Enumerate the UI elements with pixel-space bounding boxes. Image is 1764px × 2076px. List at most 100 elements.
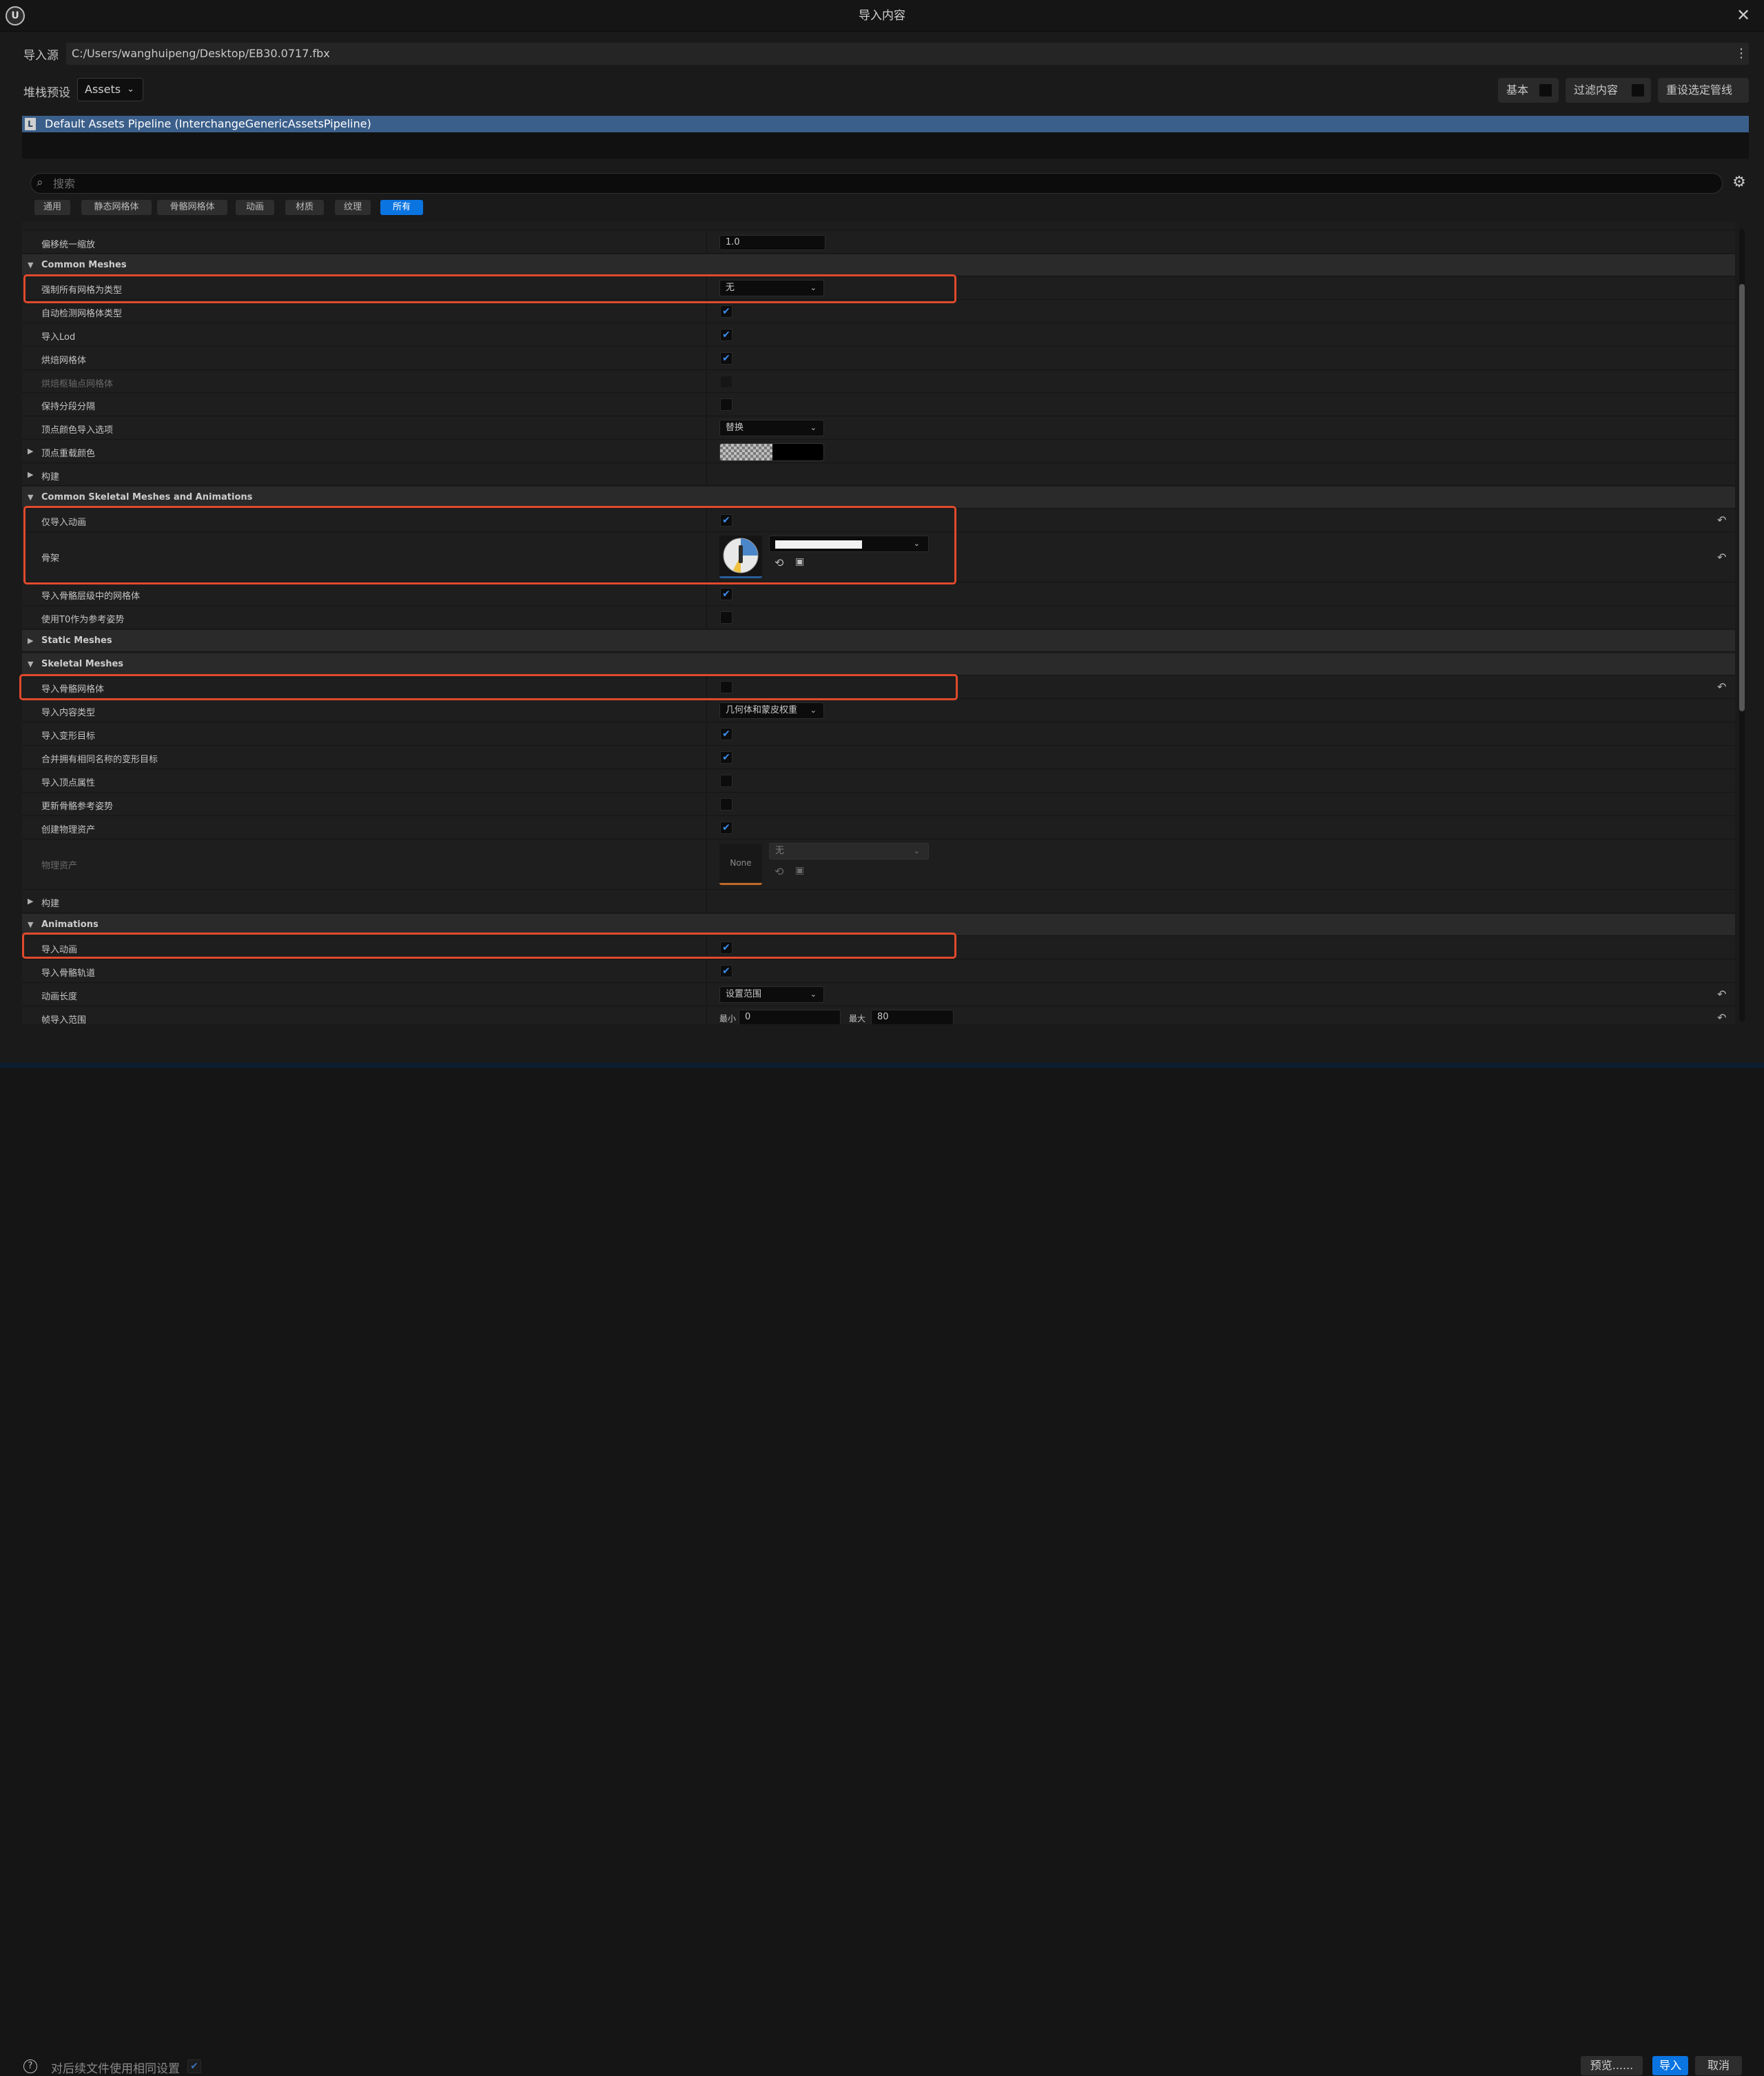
chevron-down-icon: ⌄ bbox=[810, 283, 817, 292]
filter-tab-all[interactable]: 所有 bbox=[380, 200, 423, 215]
property-row: 导入骨骼层级中的网格体 ✔ bbox=[22, 583, 1735, 606]
filter-tab-animation[interactable]: 动画 bbox=[236, 200, 274, 215]
expand-triangle-icon[interactable]: ▼ bbox=[28, 493, 33, 502]
import-vertex-attributes-checkbox[interactable] bbox=[720, 775, 732, 787]
chevron-down-icon: ⌄ bbox=[810, 706, 817, 715]
dropdown-value: 设置范围 bbox=[726, 989, 762, 999]
property-row: 导入变形目标 ✔ bbox=[22, 723, 1735, 746]
range-max-label: 最大 bbox=[849, 1014, 866, 1024]
property-label: 保持分段分隔 bbox=[41, 402, 96, 412]
category-skeletal-meshes[interactable]: ▼ Skeletal Meshes bbox=[22, 653, 1735, 675]
search-input[interactable] bbox=[53, 176, 1707, 191]
filter-tab-static-mesh[interactable]: 静态网格体 bbox=[81, 200, 152, 215]
collapsed-triangle-icon[interactable]: ▶ bbox=[28, 897, 33, 906]
expand-triangle-icon[interactable]: ▼ bbox=[28, 660, 33, 669]
property-row: 导入骨骼网格体 ↶ bbox=[22, 676, 1735, 699]
offset-uniform-scale-input[interactable]: 1.0 bbox=[719, 235, 825, 250]
browse-folder-icon[interactable]: ▣ bbox=[795, 556, 804, 567]
property-label: 烘焙网格体 bbox=[41, 356, 87, 366]
filter-content-checkbox[interactable] bbox=[1632, 84, 1644, 96]
merge-morph-targets-checkbox[interactable]: ✔ bbox=[720, 751, 732, 764]
skeleton-asset-dropdown[interactable]: ⌄ bbox=[769, 536, 929, 552]
category-label: Static Meshes bbox=[41, 635, 112, 646]
settings-gear-icon[interactable]: ⚙ bbox=[1730, 172, 1749, 193]
import-only-animations-checkbox[interactable]: ✔ bbox=[720, 514, 732, 527]
stack-preset-dropdown[interactable]: Assets ⌄ bbox=[77, 78, 143, 101]
use-same-settings-checkbox[interactable]: ✔ bbox=[187, 2059, 201, 2073]
window-title: 导入内容 bbox=[859, 9, 905, 23]
filter-tab-general[interactable]: 通用 bbox=[34, 200, 70, 215]
reset-to-default-icon[interactable]: ↶ bbox=[1717, 680, 1726, 693]
vertex-color-option-dropdown[interactable]: 替换 ⌄ bbox=[719, 420, 824, 436]
property-row: 更新骨骼参考姿势 bbox=[22, 793, 1735, 816]
basic-toggle-button[interactable]: 基本 bbox=[1498, 78, 1559, 103]
property-row: 创建物理资产 ✔ bbox=[22, 817, 1735, 839]
browse-folder-icon: ▣ bbox=[795, 865, 805, 876]
import-content-type-dropdown[interactable]: 几何体和蒙皮权重 ⌄ bbox=[719, 702, 824, 719]
help-icon[interactable]: ? bbox=[23, 2059, 37, 2073]
reset-to-default-icon[interactable]: ↶ bbox=[1717, 988, 1726, 1001]
import-animations-checkbox[interactable]: ✔ bbox=[720, 942, 732, 954]
reset-to-default-icon[interactable]: ↶ bbox=[1717, 551, 1726, 564]
property-row: 帧导入范围 最小 0 最大 80 ↶ bbox=[22, 1007, 1735, 1024]
animation-length-dropdown[interactable]: 设置范围 ⌄ bbox=[719, 986, 824, 1003]
category-label: Common Skeletal Meshes and Animations bbox=[41, 492, 253, 502]
category-common-meshes[interactable]: ▼ Common Meshes bbox=[22, 254, 1735, 276]
category-common-skeletal[interactable]: ▼ Common Skeletal Meshes and Animations bbox=[22, 487, 1735, 509]
search-box[interactable]: ⌕ bbox=[30, 173, 1723, 194]
import-dialog: U 导入内容 ✕ 导入源 C:/Users/wanghuipeng/Deskto… bbox=[0, 0, 1764, 2076]
kebab-menu-icon[interactable]: ⋮ bbox=[1734, 43, 1749, 65]
property-row: 导入动画 ✔ bbox=[22, 937, 1735, 959]
collapsed-triangle-icon[interactable]: ▶ bbox=[28, 636, 33, 645]
category-static-meshes[interactable]: ▶ Static Meshes bbox=[22, 630, 1735, 652]
use-t0-ref-pose-checkbox[interactable] bbox=[720, 611, 732, 624]
pipeline-header[interactable]: L Default Assets Pipeline (InterchangeGe… bbox=[22, 116, 1749, 132]
property-label: 导入骨骼轨道 bbox=[41, 968, 96, 979]
filter-content-toggle-button[interactable]: 过滤内容 bbox=[1566, 78, 1651, 103]
collapsed-triangle-icon[interactable]: ▶ bbox=[28, 447, 33, 456]
dropdown-value: 替换 bbox=[726, 423, 744, 433]
reset-to-default-icon[interactable]: ↶ bbox=[1717, 513, 1726, 527]
force-mesh-type-dropdown[interactable]: 无 ⌄ bbox=[719, 280, 824, 296]
range-min-input[interactable]: 0 bbox=[739, 1010, 841, 1024]
filter-tab-material[interactable]: 材质 bbox=[285, 200, 324, 215]
reset-to-default-icon[interactable]: ↶ bbox=[1717, 1011, 1726, 1024]
property-label: 导入Lod bbox=[41, 332, 76, 343]
range-max-input[interactable]: 80 bbox=[871, 1010, 954, 1024]
use-selected-asset-icon[interactable]: ⟲ bbox=[775, 556, 783, 569]
import-source-path[interactable]: C:/Users/wanghuipeng/Desktop/EB30.0717.f… bbox=[66, 43, 1749, 65]
keep-sections-separate-checkbox[interactable] bbox=[720, 398, 732, 411]
preview-button[interactable]: 预览...... bbox=[1581, 2056, 1643, 2075]
filter-tab-skeletal-mesh[interactable]: 骨骼网格体 bbox=[157, 200, 227, 215]
create-physics-asset-checkbox[interactable]: ✔ bbox=[720, 822, 732, 834]
color-swatch[interactable] bbox=[719, 443, 824, 461]
property-row: 骨架 ⌄ ⟲ ▣ ↶ bbox=[22, 533, 1735, 582]
import-lods-checkbox[interactable]: ✔ bbox=[720, 329, 732, 341]
basic-checkbox[interactable] bbox=[1539, 84, 1552, 96]
cancel-button[interactable]: 取消 bbox=[1695, 2056, 1742, 2075]
property-row: 偏移统一缩放 1.0 bbox=[22, 232, 1735, 254]
import-skeletal-meshes-checkbox[interactable] bbox=[720, 681, 732, 693]
property-label: 物理资产 bbox=[41, 861, 78, 871]
category-animations[interactable]: ▼ Animations bbox=[22, 914, 1735, 936]
property-label: 合并拥有相同名称的变形目标 bbox=[41, 755, 158, 765]
expand-triangle-icon[interactable]: ▼ bbox=[28, 920, 33, 929]
filter-content-label: 过滤内容 bbox=[1574, 83, 1619, 96]
scrollbar-thumb[interactable] bbox=[1739, 284, 1745, 711]
property-row: 导入Lod ✔ bbox=[22, 324, 1735, 347]
bake-meshes-checkbox[interactable]: ✔ bbox=[720, 352, 732, 365]
import-bone-tracks-checkbox[interactable]: ✔ bbox=[720, 965, 732, 977]
close-icon[interactable]: ✕ bbox=[1731, 3, 1756, 28]
auto-detect-mesh-type-checkbox[interactable]: ✔ bbox=[720, 305, 732, 318]
import-meshes-in-bone-hierarchy-checkbox[interactable]: ✔ bbox=[720, 588, 732, 600]
filter-tab-texture[interactable]: 纹理 bbox=[335, 200, 371, 215]
update-skeleton-ref-pose-checkbox[interactable] bbox=[720, 798, 732, 811]
import-button[interactable]: 导入 bbox=[1652, 2056, 1688, 2075]
skeleton-thumbnail[interactable] bbox=[719, 536, 762, 578]
import-morph-targets-checkbox[interactable]: ✔ bbox=[720, 728, 732, 740]
property-row: ▶ 构建 bbox=[22, 464, 1735, 486]
expand-triangle-icon[interactable]: ▼ bbox=[28, 261, 33, 269]
vertical-scrollbar[interactable] bbox=[1739, 229, 1745, 1021]
reset-pipeline-button[interactable]: 重设选定管线 bbox=[1658, 78, 1749, 103]
collapsed-triangle-icon[interactable]: ▶ bbox=[28, 470, 33, 479]
